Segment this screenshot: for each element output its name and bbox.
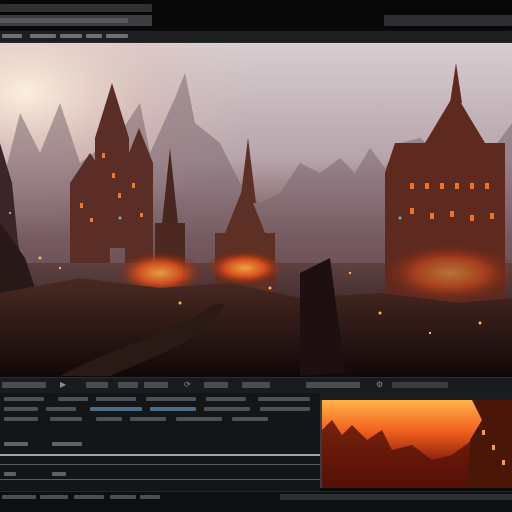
preview-header — [320, 393, 512, 400]
track-label — [4, 472, 16, 476]
menu-item-3[interactable] — [60, 34, 82, 38]
timeline-panel — [0, 393, 320, 491]
timeline-clip[interactable] — [58, 397, 88, 401]
timeline-clip[interactable] — [4, 417, 38, 421]
menu-item-1[interactable] — [2, 34, 22, 38]
timeline-clip-selected[interactable] — [150, 407, 196, 411]
viewer-controls: ▶ ⟳ ⚙ — [0, 377, 512, 393]
toolbar-segment-1[interactable] — [0, 4, 152, 12]
track-label — [52, 442, 82, 446]
control-chip-2[interactable] — [118, 382, 138, 388]
menu-item-2[interactable] — [30, 34, 56, 38]
progress-fill — [0, 18, 128, 23]
control-chip-3[interactable] — [144, 382, 168, 388]
control-chip-1[interactable] — [86, 382, 108, 388]
timeline-clip[interactable] — [50, 417, 82, 421]
toolbar-progress-field[interactable] — [0, 15, 152, 26]
timecode-field[interactable] — [2, 382, 46, 388]
control-chip-4[interactable] — [204, 382, 228, 388]
timeline-row-1 — [0, 395, 320, 403]
timeline-clip[interactable] — [146, 397, 196, 401]
status-bar — [0, 491, 512, 512]
status-chip[interactable] — [74, 495, 104, 499]
fantasy-city-render — [0, 43, 512, 376]
preview-panel[interactable] — [320, 400, 512, 488]
timeline-clip[interactable] — [96, 417, 122, 421]
track-label — [52, 472, 66, 476]
control-chip-5[interactable] — [242, 382, 270, 388]
timeline-row-3 — [0, 415, 320, 423]
timeline-clip[interactable] — [204, 407, 250, 411]
audio-track[interactable] — [0, 479, 320, 480]
status-chip — [2, 495, 36, 499]
timeline-clip[interactable] — [258, 397, 310, 401]
timeline-clip[interactable] — [232, 417, 268, 421]
menu-bar — [0, 31, 512, 43]
timeline-row-2 — [0, 405, 320, 413]
timeline-clip[interactable] — [176, 417, 222, 421]
menu-item-5[interactable] — [106, 34, 128, 38]
audio-track[interactable] — [0, 464, 320, 465]
status-chip[interactable] — [40, 495, 68, 499]
timeline-label — [4, 397, 44, 401]
timeline-clip[interactable] — [206, 397, 246, 401]
timeline-clip[interactable] — [46, 407, 76, 411]
preview-thumbnail-render — [322, 400, 512, 488]
main-viewer[interactable] — [0, 43, 512, 376]
play-icon[interactable]: ▶ — [60, 379, 66, 391]
track-label — [4, 442, 28, 446]
editor-window: ▶ ⟳ ⚙ — [0, 0, 512, 512]
playhead-track[interactable] — [0, 454, 320, 456]
status-chip[interactable] — [140, 495, 160, 499]
loop-icon[interactable]: ⟳ — [184, 379, 191, 391]
timeline-clip[interactable] — [4, 407, 38, 411]
status-chip[interactable] — [110, 495, 136, 499]
menu-item-4[interactable] — [86, 34, 102, 38]
control-chip-6[interactable] — [306, 382, 360, 388]
status-progress — [280, 494, 512, 500]
timeline-clip[interactable] — [96, 397, 136, 401]
timeline-clip-selected[interactable] — [90, 407, 142, 411]
gear-icon[interactable]: ⚙ — [376, 379, 383, 391]
toolbar-segment-right[interactable] — [384, 15, 512, 26]
title-bar — [0, 0, 512, 30]
timeline-clip[interactable] — [130, 417, 166, 421]
timeline-clip[interactable] — [260, 407, 310, 411]
control-chip-7[interactable] — [392, 382, 448, 388]
